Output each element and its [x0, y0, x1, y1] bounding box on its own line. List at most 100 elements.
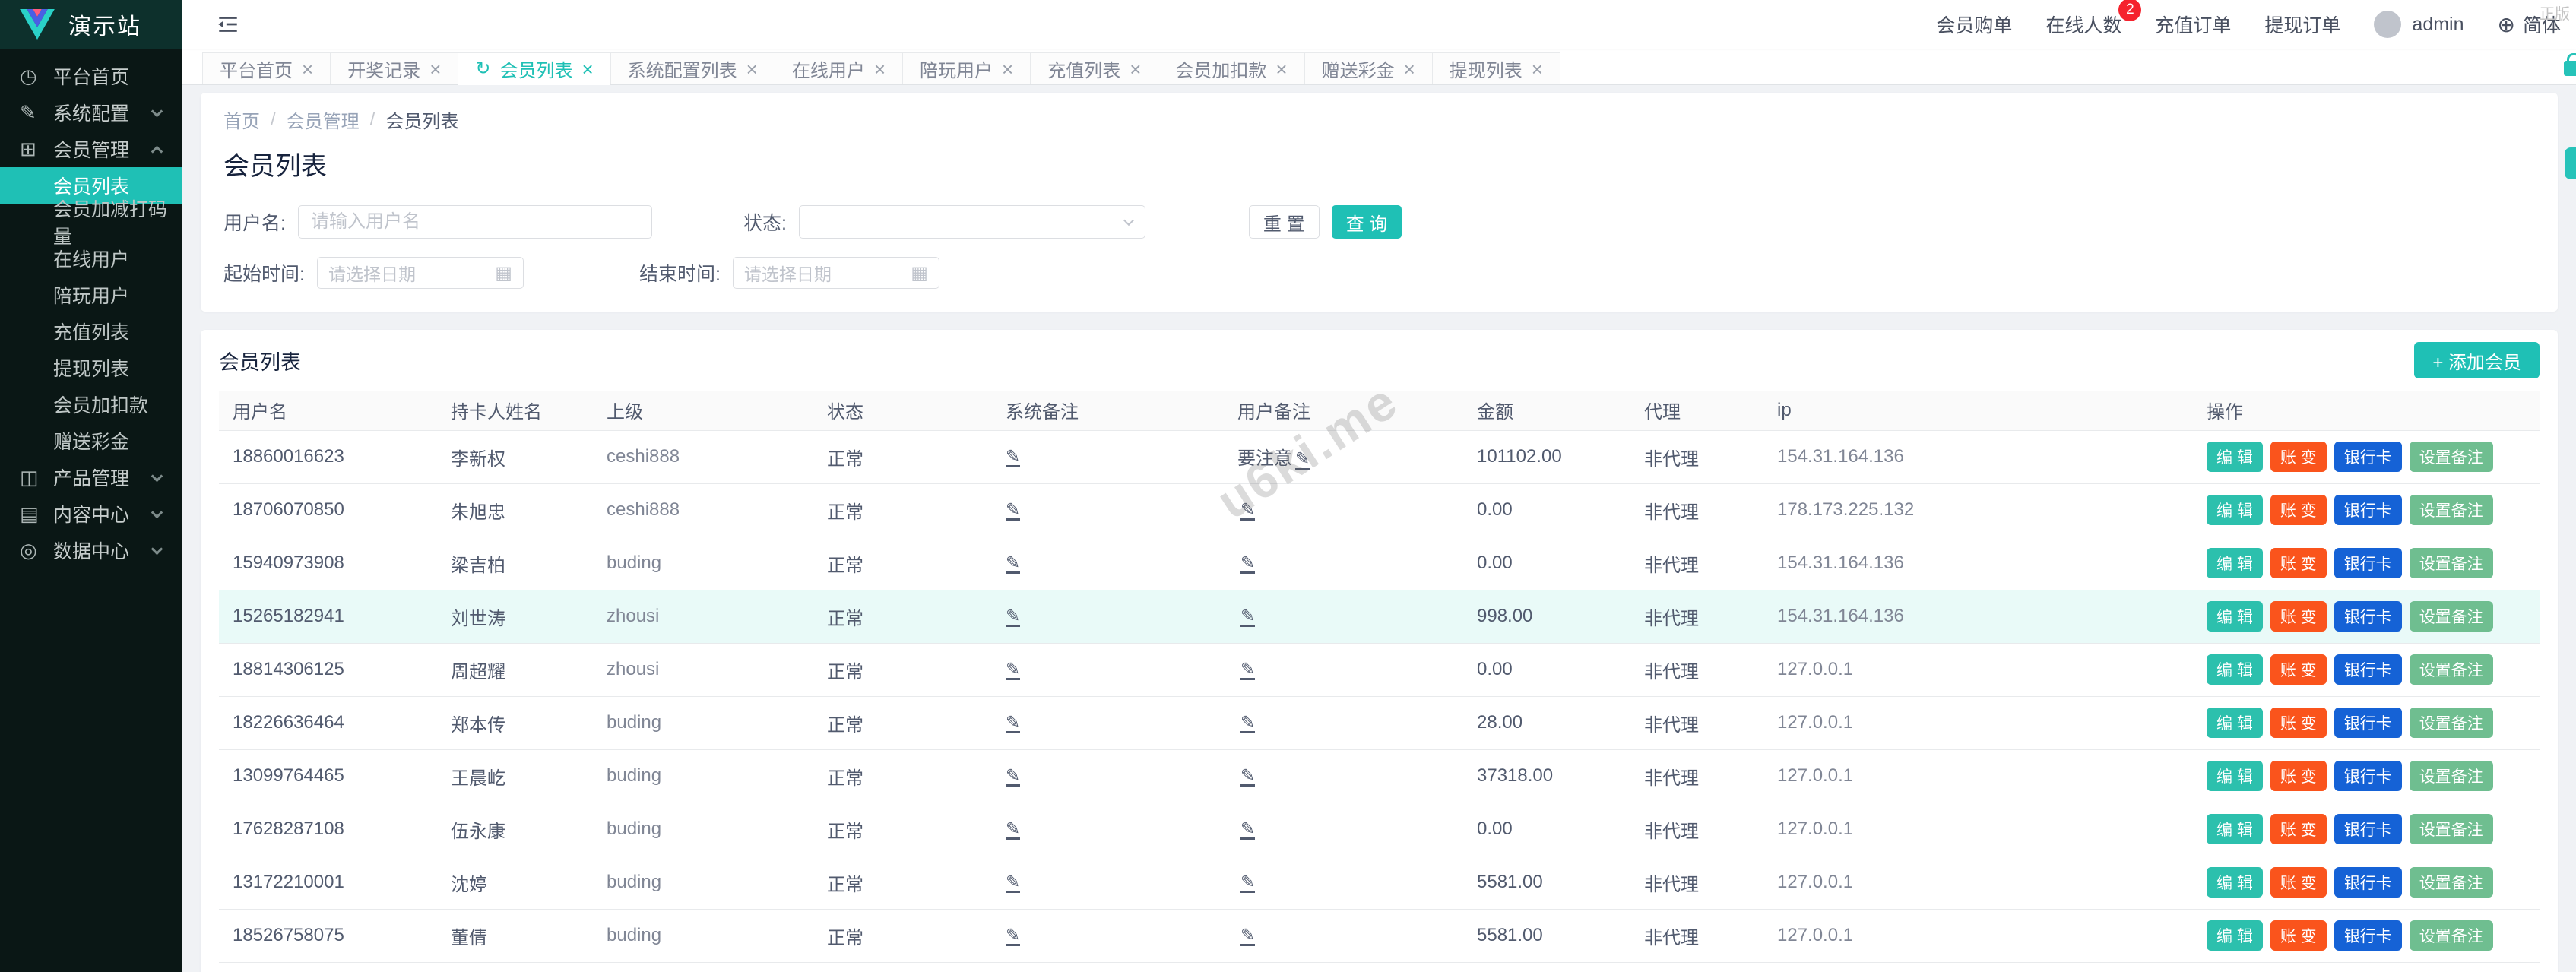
account-change-button[interactable]: 账 变 — [2270, 654, 2327, 685]
edit-button[interactable]: 编 辑 — [2207, 814, 2263, 844]
edit-user-note-icon[interactable]: ✎ — [1240, 926, 1256, 947]
page-tab[interactable]: ↻ 平台首页 × — [202, 52, 331, 84]
page-tab[interactable]: ↻ 会员列表 × — [458, 52, 611, 85]
set-note-button[interactable]: 设置备注 — [2409, 761, 2493, 791]
account-change-button[interactable]: 账 变 — [2270, 442, 2327, 472]
edit-user-note-icon[interactable]: ✎ — [1240, 713, 1256, 734]
breadcrumb-item[interactable]: 首页 — [223, 106, 260, 133]
edit-button[interactable]: 编 辑 — [2207, 548, 2263, 578]
close-tab-icon[interactable]: × — [1404, 59, 1415, 79]
collapse-sidebar-icon[interactable] — [216, 12, 240, 36]
bank-card-button[interactable]: 银行卡 — [2334, 442, 2402, 472]
sidebar-item[interactable]: 赠送彩金 — [0, 423, 182, 459]
edit-button[interactable]: 编 辑 — [2207, 601, 2263, 632]
sidebar-item[interactable]: 提现列表 — [0, 350, 182, 386]
sidebar-item[interactable]: 充值列表 — [0, 313, 182, 350]
account-change-button[interactable]: 账 变 — [2270, 814, 2327, 844]
close-tab-icon[interactable]: × — [429, 59, 441, 79]
page-tab[interactable]: ↻ 会员加扣款 × — [1158, 52, 1305, 84]
close-tab-icon[interactable]: × — [1532, 59, 1543, 79]
sidebar-item[interactable]: ◫ 产品管理 — [0, 459, 182, 495]
account-change-button[interactable]: 账 变 — [2270, 920, 2327, 951]
sidebar-item[interactable]: ✎ 系统配置 — [0, 94, 182, 131]
sidebar-item[interactable]: 会员加减打码量 — [0, 199, 182, 248]
user-menu[interactable]: admin — [2374, 11, 2464, 38]
set-note-button[interactable]: 设置备注 — [2409, 495, 2493, 525]
top-link[interactable]: 在线人数 2 — [2045, 0, 2142, 38]
set-note-button[interactable]: 设置备注 — [2409, 601, 2493, 632]
set-note-button[interactable]: 设置备注 — [2409, 548, 2493, 578]
bank-card-button[interactable]: 银行卡 — [2334, 761, 2402, 791]
edit-system-note-icon[interactable]: ✎ — [1006, 819, 1021, 841]
start-date-input[interactable]: 请选择日期 ▦ — [316, 257, 524, 289]
close-tab-icon[interactable]: × — [581, 59, 593, 79]
bank-card-button[interactable]: 银行卡 — [2334, 708, 2402, 738]
sidebar-item[interactable]: 陪玩用户 — [0, 277, 182, 313]
settings-drawer-handle[interactable] — [2565, 147, 2576, 179]
edit-system-note-icon[interactable]: ✎ — [1006, 447, 1021, 468]
reset-button[interactable]: 重 置 — [1248, 205, 1320, 239]
bank-card-button[interactable]: 银行卡 — [2334, 867, 2402, 898]
edit-user-note-icon[interactable]: ✎ — [1240, 660, 1256, 681]
top-link[interactable]: 会员购单 — [1936, 11, 2012, 38]
page-tab[interactable]: ↻ 提现列表 × — [1431, 52, 1560, 84]
edit-button[interactable]: 编 辑 — [2207, 867, 2263, 898]
close-tab-icon[interactable]: × — [1275, 59, 1287, 79]
sidebar-item[interactable]: ◷ 平台首页 — [0, 58, 182, 94]
sidebar-item[interactable]: 会员加扣款 — [0, 386, 182, 423]
account-change-button[interactable]: 账 变 — [2270, 548, 2327, 578]
edit-user-note-icon[interactable]: ✎ — [1240, 819, 1256, 841]
page-tab[interactable]: ↻ 赠送彩金 × — [1304, 52, 1433, 84]
page-tab[interactable]: ↻ 开奖记录 × — [330, 52, 459, 84]
page-tab[interactable]: ↻ 在线用户 × — [774, 52, 904, 84]
edit-system-note-icon[interactable]: ✎ — [1006, 660, 1021, 681]
sidebar-item[interactable]: ⊞ 会员管理 — [0, 131, 182, 167]
account-change-button[interactable]: 账 变 — [2270, 867, 2327, 898]
bank-card-button[interactable]: 银行卡 — [2334, 920, 2402, 951]
account-change-button[interactable]: 账 变 — [2270, 761, 2327, 791]
page-tab[interactable]: ↻ 系统配置列表 × — [610, 52, 775, 84]
bank-card-button[interactable]: 银行卡 — [2334, 495, 2402, 525]
sidebar-item[interactable]: ▤ 内容中心 — [0, 495, 182, 532]
sidebar-item[interactable]: ◎ 数据中心 — [0, 532, 182, 568]
edit-system-note-icon[interactable]: ✎ — [1006, 500, 1021, 521]
edit-system-note-icon[interactable]: ✎ — [1006, 713, 1021, 734]
edit-button[interactable]: 编 辑 — [2207, 708, 2263, 738]
edit-user-note-icon[interactable]: ✎ — [1240, 872, 1256, 894]
status-select[interactable] — [798, 205, 1145, 239]
bank-card-button[interactable]: 银行卡 — [2334, 601, 2402, 632]
breadcrumb-item[interactable]: 会员管理 — [287, 106, 360, 133]
edit-user-note-icon[interactable]: ✎ — [1240, 606, 1256, 628]
edit-user-note-icon[interactable]: ✎ — [1240, 500, 1256, 521]
set-note-button[interactable]: 设置备注 — [2409, 708, 2493, 738]
add-member-button[interactable]: + 添加会员 — [2414, 342, 2540, 378]
top-link[interactable]: 提现订单 — [2264, 11, 2340, 38]
bank-card-button[interactable]: 银行卡 — [2334, 548, 2402, 578]
set-note-button[interactable]: 设置备注 — [2409, 442, 2493, 472]
set-note-button[interactable]: 设置备注 — [2409, 654, 2493, 685]
close-tab-icon[interactable]: × — [874, 59, 886, 79]
refresh-icon[interactable]: ↻ — [475, 58, 490, 80]
edit-system-note-icon[interactable]: ✎ — [1006, 606, 1021, 628]
edit-system-note-icon[interactable]: ✎ — [1006, 553, 1021, 575]
search-button[interactable]: 查 询 — [1331, 205, 1402, 239]
edit-system-note-icon[interactable]: ✎ — [1006, 926, 1021, 947]
edit-user-note-icon[interactable]: ✎ — [1240, 766, 1256, 787]
edit-system-note-icon[interactable]: ✎ — [1006, 872, 1021, 894]
close-tab-icon[interactable]: × — [1130, 59, 1141, 79]
edit-button[interactable]: 编 辑 — [2207, 920, 2263, 951]
account-change-button[interactable]: 账 变 — [2270, 708, 2327, 738]
close-tab-icon[interactable]: × — [746, 59, 758, 79]
lock-icon[interactable] — [2564, 53, 2576, 76]
edit-system-note-icon[interactable]: ✎ — [1006, 766, 1021, 787]
edit-button[interactable]: 编 辑 — [2207, 654, 2263, 685]
edit-button[interactable]: 编 辑 — [2207, 495, 2263, 525]
account-change-button[interactable]: 账 变 — [2270, 495, 2327, 525]
username-input[interactable] — [297, 205, 652, 239]
set-note-button[interactable]: 设置备注 — [2409, 920, 2493, 951]
end-date-input[interactable]: 请选择日期 ▦ — [732, 257, 939, 289]
close-tab-icon[interactable]: × — [302, 59, 313, 79]
account-change-button[interactable]: 账 变 — [2270, 601, 2327, 632]
bank-card-button[interactable]: 银行卡 — [2334, 814, 2402, 844]
page-tab[interactable]: ↻ 充值列表 × — [1030, 52, 1159, 84]
